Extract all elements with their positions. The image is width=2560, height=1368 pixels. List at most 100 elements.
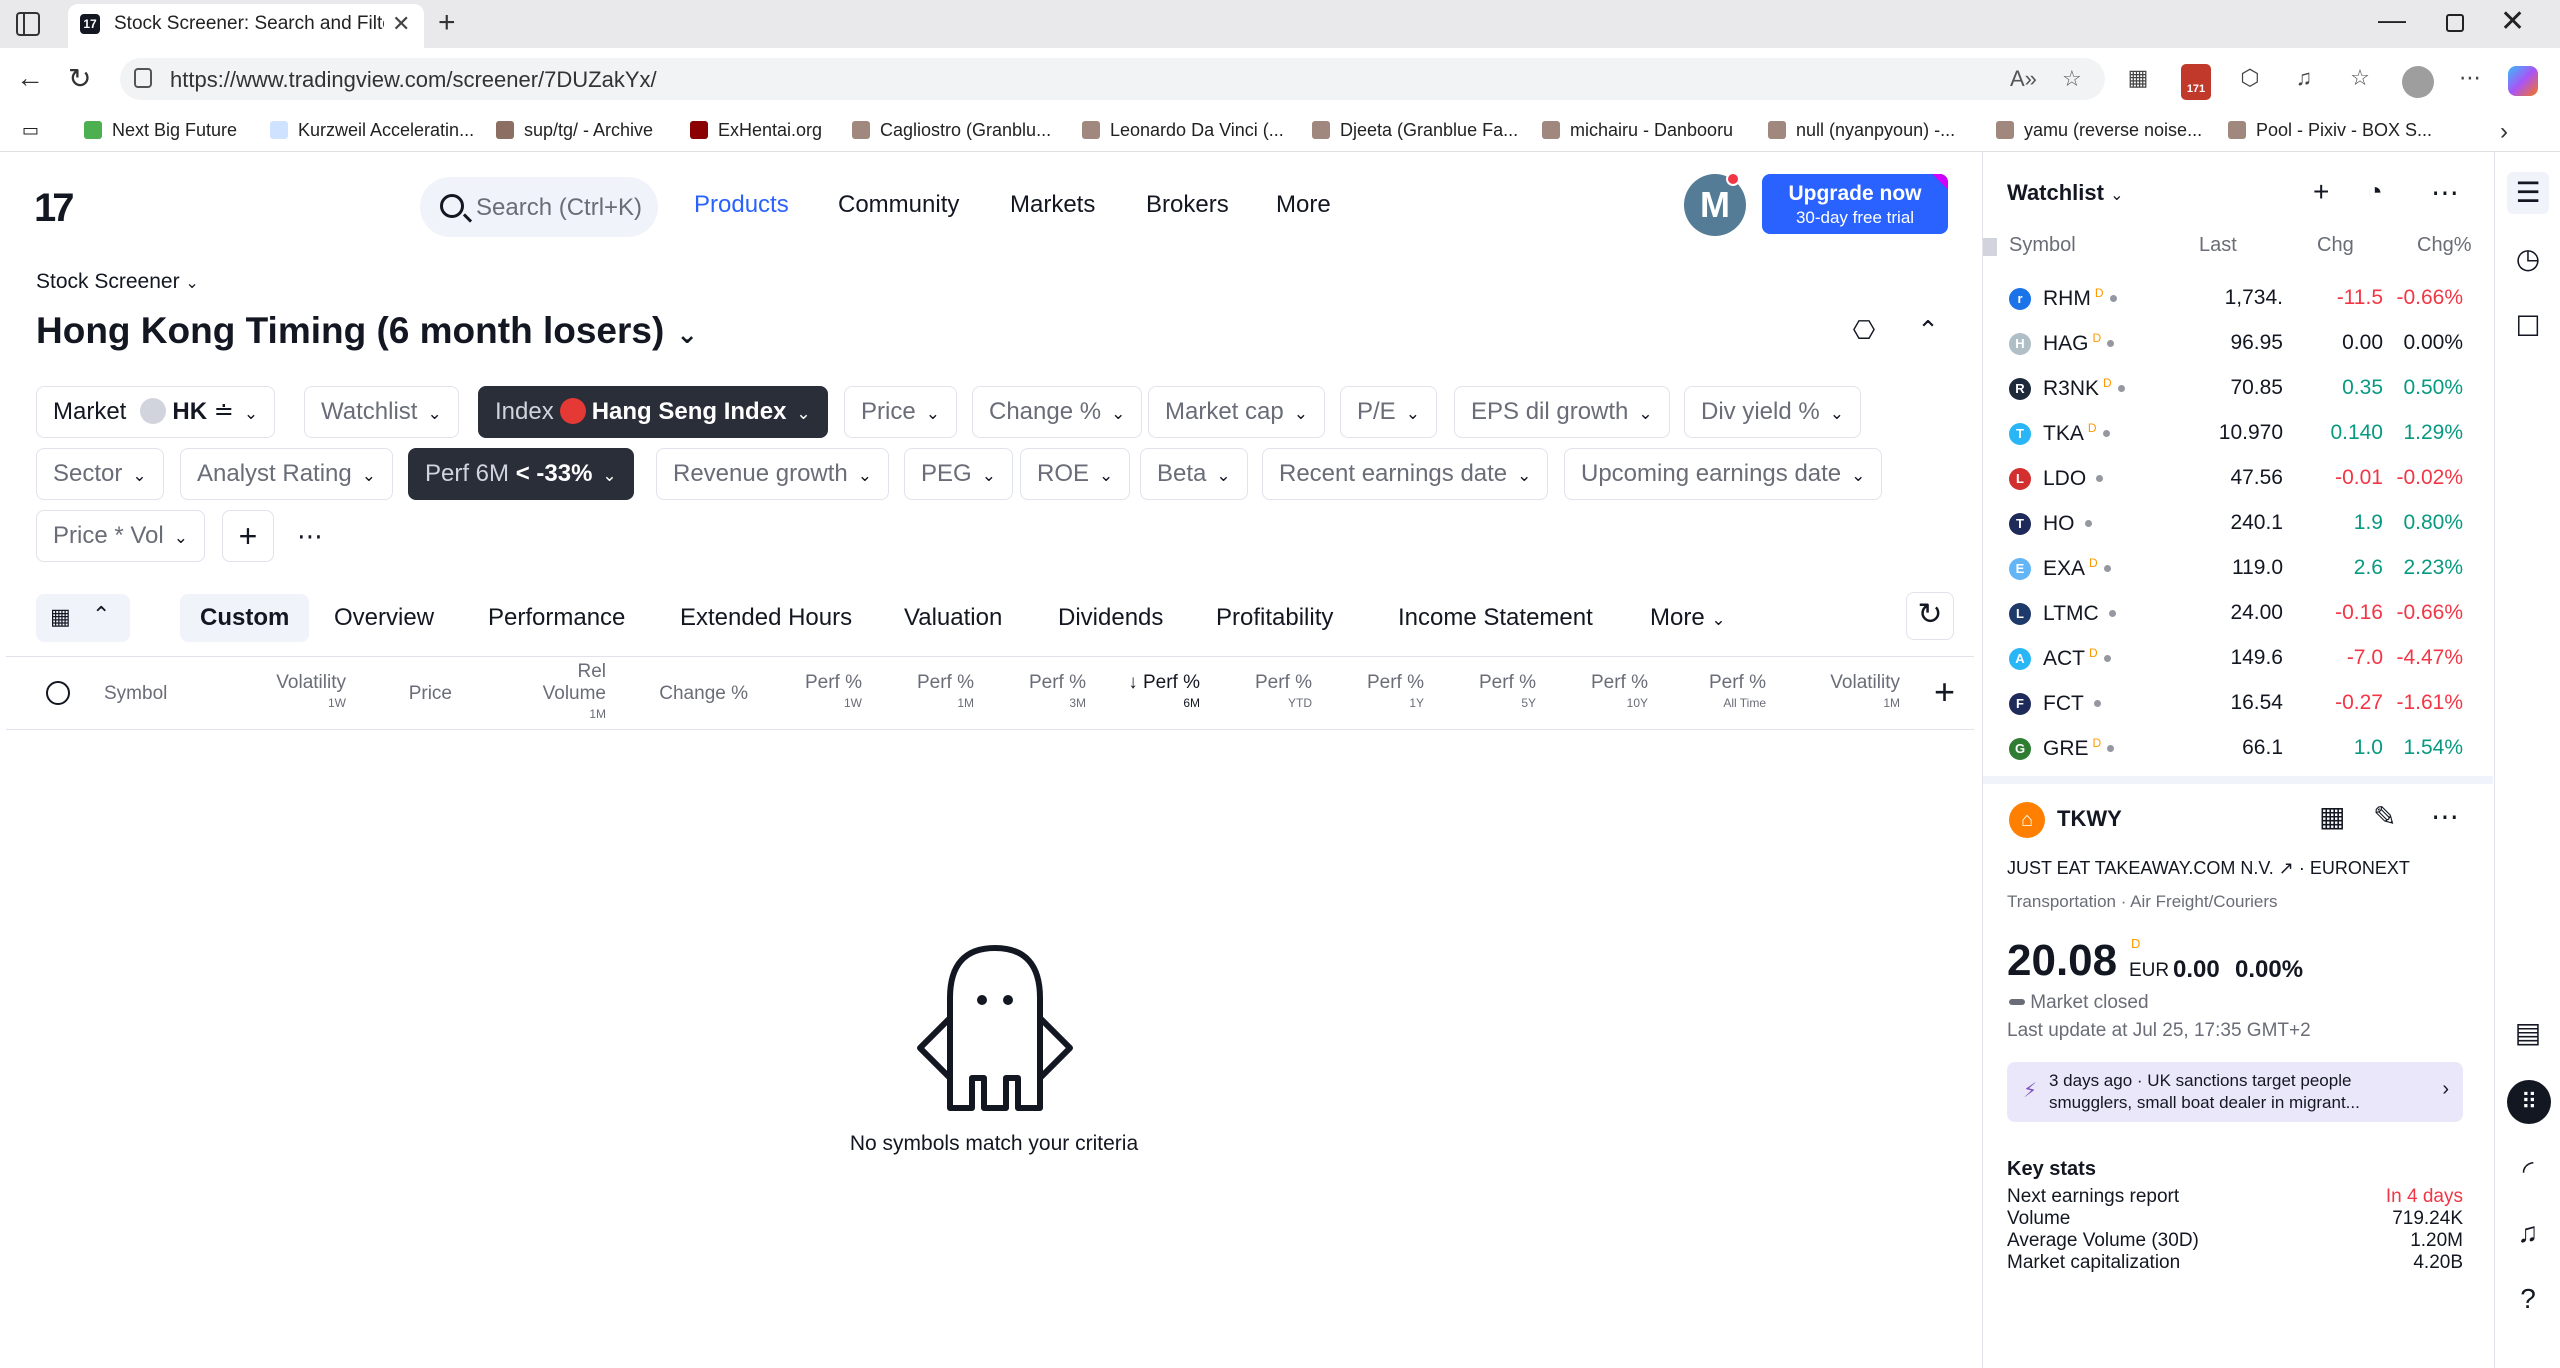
watchlist-row[interactable]: E EXA D 119.0 2.6 2.23%: [1983, 546, 2483, 591]
news-item[interactable]: ⚡ 3 days ago · UK sanctions target peopl…: [2007, 1062, 2463, 1122]
nav-brokers[interactable]: Brokers: [1146, 191, 1229, 219]
address-bar[interactable]: https://www.tradingview.com/screener/7DU…: [120, 58, 2105, 100]
url-text[interactable]: https://www.tradingview.com/screener/7DU…: [170, 67, 657, 93]
filter-change[interactable]: Change % ⌄: [972, 386, 1143, 438]
media-icon[interactable]: ♫: [2290, 64, 2318, 92]
layout-grid-icon[interactable]: ▦: [2319, 800, 2345, 833]
apps-grid-icon[interactable]: ⠿: [2507, 1080, 2551, 1124]
more-options-icon[interactable]: ⋯: [2431, 176, 2459, 209]
nav-products[interactable]: Products: [694, 191, 789, 219]
filter-market[interactable]: Market HK ≐ ⌄: [36, 386, 276, 438]
read-aloud-icon[interactable]: A»: [2010, 66, 2037, 92]
refresh-icon[interactable]: ↻: [1906, 592, 1954, 640]
tradingview-logo-icon[interactable]: 17: [34, 186, 74, 231]
add-filter-plus-icon[interactable]: +: [222, 510, 274, 562]
filter-roe[interactable]: ROE ⌄: [1020, 448, 1131, 500]
bookmark-7[interactable]: michairu - Danbooru: [1542, 120, 1733, 141]
bookmark-10[interactable]: Pool - Pixiv - BOX S...: [2228, 120, 2432, 141]
col-perf-10y[interactable]: Perf % 10Y: [1568, 657, 1648, 731]
wl-col-last[interactable]: Last: [2199, 234, 2237, 257]
col-perf-1w[interactable]: Perf % 1W: [782, 657, 862, 731]
bookmark-5[interactable]: Leonardo Da Vinci (...: [1082, 120, 1284, 141]
filter-analyst-rating[interactable]: Analyst Rating ⌄: [180, 448, 393, 500]
col-perf-ytd[interactable]: Perf % YTD: [1232, 657, 1312, 731]
chart-view-icon[interactable]: ⌃: [92, 602, 110, 628]
watchlist-row[interactable]: L LTMC 24.00 -0.16 -0.66%: [1983, 591, 2483, 636]
screener-settings-icon[interactable]: ⎔: [1844, 310, 1884, 350]
watchlist-row[interactable]: r RHM D 1,734. -11.5 -0.66%: [1983, 276, 2483, 321]
collapse-chevron-up-icon[interactable]: ⌃: [1908, 310, 1948, 350]
alerts-clock-icon[interactable]: ◷: [2507, 238, 2549, 280]
watchlist-row[interactable]: T HO 240.1 1.9 0.80%: [1983, 501, 2483, 546]
bookmarks-folder-icon[interactable]: ▭: [22, 120, 39, 141]
wl-col-chgp[interactable]: Chg%: [2417, 234, 2471, 257]
upgrade-button[interactable]: Upgrade now 30-day free trial: [1762, 174, 1948, 234]
more-filters-icon[interactable]: ⋯: [290, 516, 330, 556]
filter-watchlist[interactable]: Watchlist ⌄: [304, 386, 459, 438]
filter-div-yield[interactable]: Div yield % ⌄: [1684, 386, 1861, 438]
watchlist-row[interactable]: L LDO 47.56 -0.01 -0.02%: [1983, 456, 2483, 501]
notifications-bell-icon[interactable]: ♫: [2507, 1212, 2549, 1254]
tab-profitability[interactable]: Profitability: [1196, 594, 1353, 642]
bookmark-8[interactable]: null (nyanpyoun) -...: [1768, 120, 1955, 141]
copilot-icon[interactable]: [2508, 66, 2538, 96]
watchlist-details-icon[interactable]: ☰: [2507, 172, 2549, 214]
qr-code-icon[interactable]: ▦: [2124, 64, 2152, 92]
bookmark-3[interactable]: ExHentai.org: [690, 120, 822, 141]
wl-col-symbol[interactable]: Symbol: [2009, 234, 2076, 257]
site-info-icon[interactable]: [134, 68, 152, 88]
breadcrumb[interactable]: Stock Screener ⌄: [36, 270, 199, 294]
calendar-extension-icon[interactable]: 171: [2181, 64, 2211, 100]
page-title[interactable]: Hong Kong Timing (6 month losers) ⌄: [36, 310, 698, 352]
nav-markets[interactable]: Markets: [1010, 191, 1095, 219]
new-tab-icon[interactable]: +: [438, 6, 456, 40]
filter-price[interactable]: Price ⌄: [844, 386, 957, 438]
filter-perf-6m[interactable]: Perf 6M < -33% ⌄: [408, 448, 634, 500]
tab-income-statement[interactable]: Income Statement: [1378, 594, 1613, 642]
col-perf-1m[interactable]: Perf % 1M: [894, 657, 974, 731]
detail-more-icon[interactable]: ⋯: [2431, 800, 2459, 833]
edit-note-icon[interactable]: ✎: [2373, 800, 2396, 833]
nav-more[interactable]: More: [1276, 191, 1331, 219]
nav-community[interactable]: Community: [838, 191, 959, 219]
watchlist-row[interactable]: G GRE D 66.1 1.0 1.54%: [1983, 726, 2483, 771]
wl-col-chg[interactable]: Chg: [2317, 234, 2354, 257]
col-perf-5y[interactable]: Perf % 5Y: [1456, 657, 1536, 731]
bookmark-0[interactable]: Next Big Future: [84, 120, 237, 141]
select-all-checkbox[interactable]: [1983, 238, 1997, 256]
watchlist-row[interactable]: R R3NK D 70.85 0.35 0.50%: [1983, 366, 2483, 411]
col-perf-6m-sorted[interactable]: ↓ Perf % 6M: [1100, 657, 1200, 731]
filter-eps[interactable]: EPS dil growth ⌄: [1454, 386, 1670, 438]
filter-index[interactable]: Index Hang Seng Index ⌄: [478, 386, 828, 438]
watchlist-row[interactable]: H HAG D 96.95 0.00 0.00%: [1983, 321, 2483, 366]
col-volatility-1m[interactable]: Volatility 1M: [1790, 657, 1900, 731]
tab-actions-icon[interactable]: [16, 12, 40, 36]
add-symbol-plus-icon[interactable]: +: [2313, 176, 2329, 208]
more-bookmarks-chevron-icon[interactable]: ›: [2500, 118, 2508, 146]
bookmark-6[interactable]: Djeeta (Granblue Fa...: [1312, 120, 1518, 141]
external-link-icon[interactable]: ↗: [2279, 858, 2294, 878]
filter-sector[interactable]: Sector ⌄: [36, 448, 164, 500]
watchlist-row[interactable]: F FCT 16.54 -0.27 -1.61%: [1983, 681, 2483, 726]
restore-icon[interactable]: [2446, 14, 2464, 32]
help-icon[interactable]: ?: [2507, 1278, 2549, 1320]
profile-avatar[interactable]: [2402, 66, 2434, 98]
col-perf-1y[interactable]: Perf % 1Y: [1344, 657, 1424, 731]
window-close-icon[interactable]: ✕: [2500, 4, 2525, 39]
calendar-icon[interactable]: ▤: [2507, 1012, 2549, 1054]
table-view-icon[interactable]: ▦: [50, 604, 71, 630]
tab-overview[interactable]: Overview: [314, 594, 454, 642]
filter-peg[interactable]: PEG ⌄: [904, 448, 1013, 500]
bookmark-1[interactable]: Kurzweil Acceleratin...: [270, 120, 474, 141]
tab-performance[interactable]: Performance: [468, 594, 645, 642]
col-rel-volume[interactable]: Rel Volume 1M: [506, 657, 606, 731]
filter-upcoming-earnings[interactable]: Upcoming earnings date ⌄: [1564, 448, 1883, 500]
advanced-view-icon[interactable]: ◔: [2367, 176, 2383, 207]
tab-dividends[interactable]: Dividends: [1038, 594, 1183, 642]
view-toggle[interactable]: ▦ ⌃: [36, 594, 130, 642]
extensions-icon[interactable]: ⬡: [2236, 64, 2264, 92]
tab-title[interactable]: Stock Screener: Search and Filter S: [114, 13, 384, 35]
streams-icon[interactable]: ◜: [2507, 1150, 2549, 1192]
col-volatility-1w[interactable]: Volatility 1W: [236, 657, 346, 731]
bookmark-9[interactable]: yamu (reverse noise...: [1996, 120, 2202, 141]
